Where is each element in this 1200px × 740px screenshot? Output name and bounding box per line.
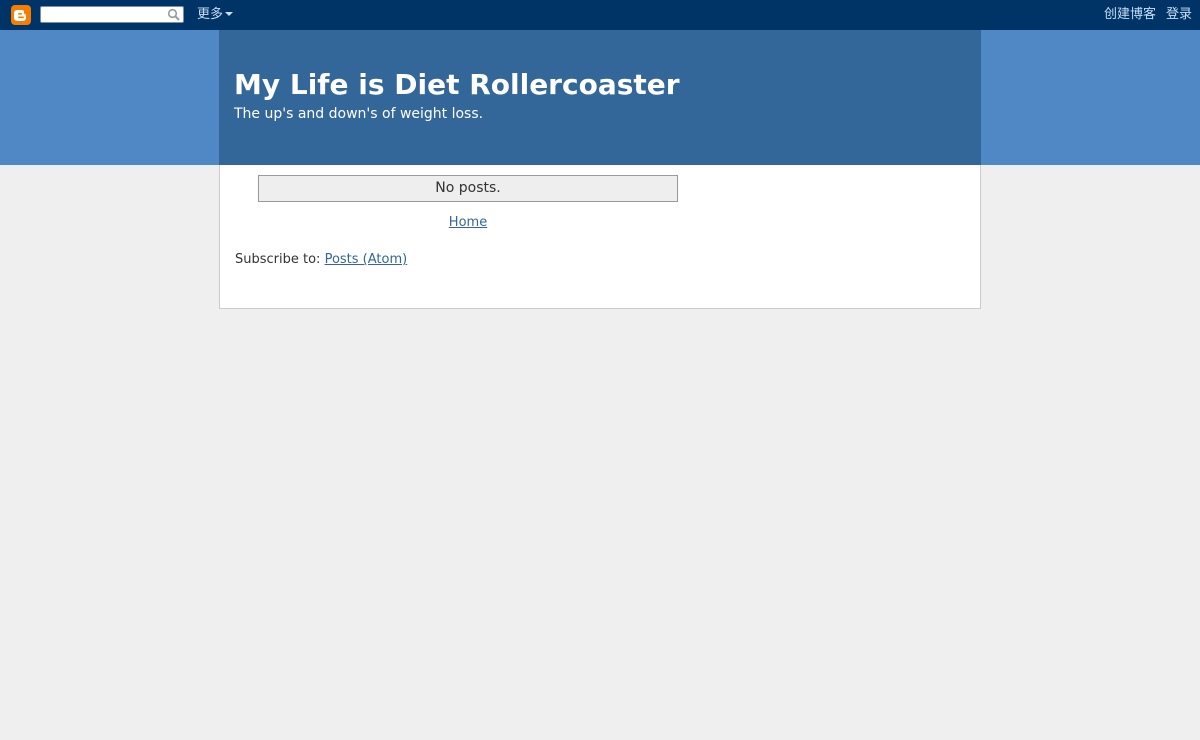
home-link-container: Home (258, 215, 678, 231)
blogger-logo-icon[interactable] (11, 5, 31, 25)
blog-title[interactable]: My Life is Diet Rollercoaster (234, 67, 680, 103)
subscribe-label: Subscribe to: (235, 252, 325, 267)
main-content: No posts. Home Subscribe to: Posts (Atom… (219, 165, 981, 309)
search-input[interactable] (43, 8, 163, 21)
subscribe-line: Subscribe to: Posts (Atom) (235, 252, 407, 268)
more-menu-label: 更多 (197, 7, 224, 22)
navbar: 更多 创建博客 登录 (0, 0, 1200, 30)
login-link[interactable]: 登录 (1166, 7, 1192, 22)
blog-description: The up's and down's of weight loss. (234, 106, 484, 122)
subscribe-posts-atom-link[interactable]: Posts (Atom) (325, 252, 408, 267)
no-posts-message: No posts. (258, 175, 678, 202)
home-link[interactable]: Home (449, 215, 487, 230)
nav-right-links: 创建博客 登录 (1104, 7, 1192, 23)
search-icon[interactable] (167, 8, 180, 21)
create-blog-link[interactable]: 创建博客 (1104, 7, 1156, 22)
chevron-down-icon (225, 11, 234, 16)
more-menu-button[interactable]: 更多 (197, 7, 234, 23)
search-box[interactable] (40, 6, 184, 23)
